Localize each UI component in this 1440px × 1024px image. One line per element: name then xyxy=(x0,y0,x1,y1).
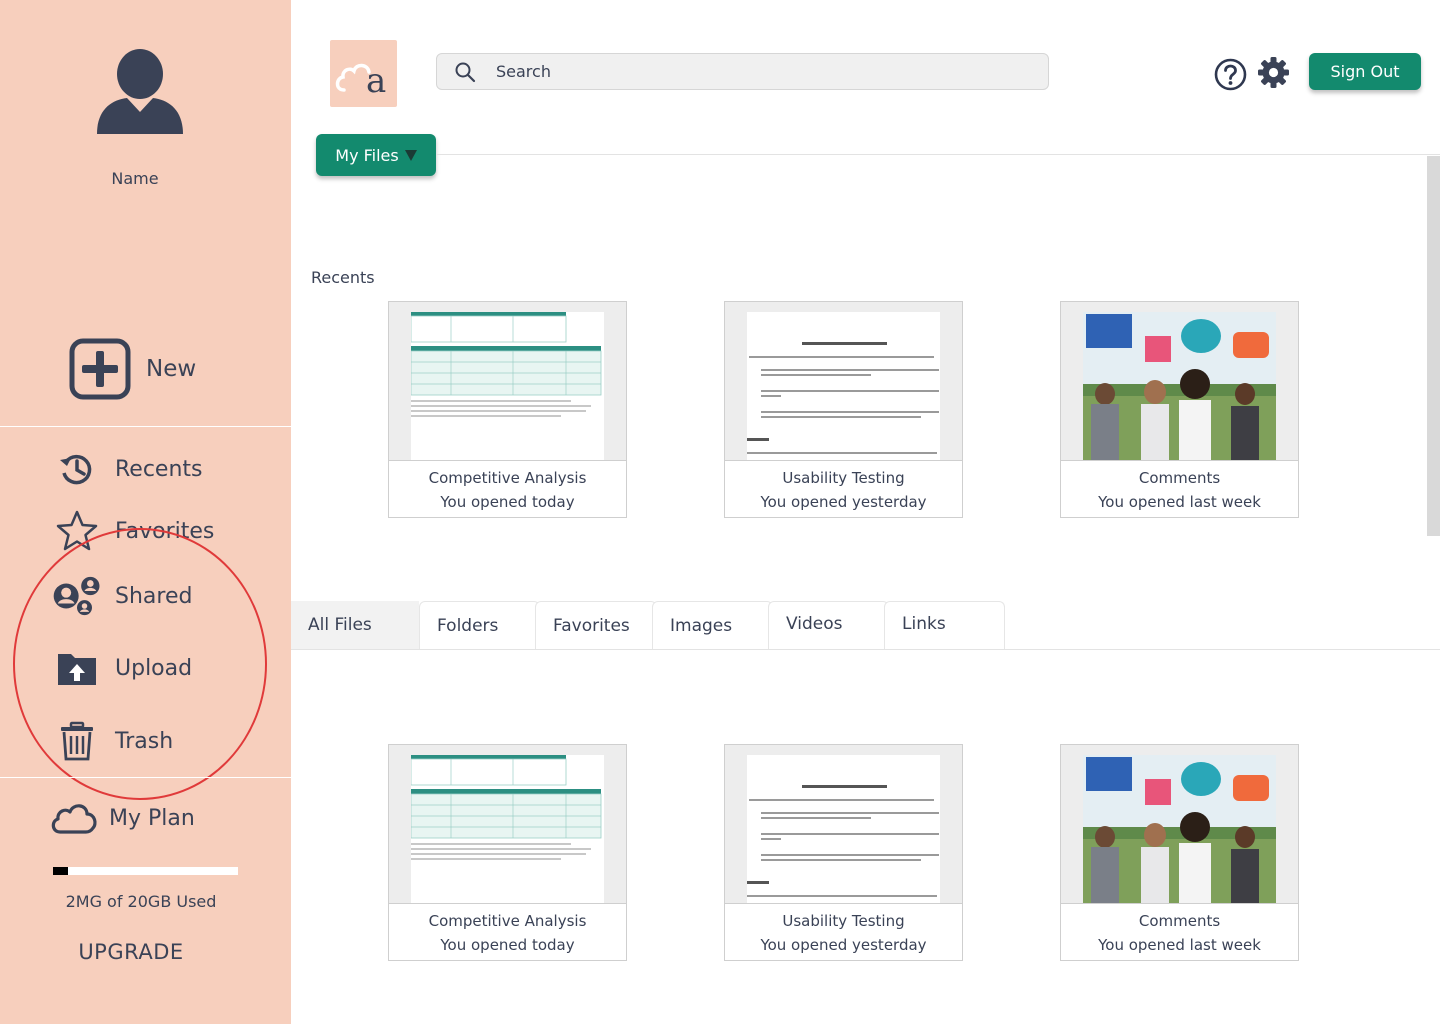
spreadsheet-thumbnail xyxy=(389,745,626,903)
tab-label: Images xyxy=(670,616,733,636)
storage-usage-text: 2MG of 20GB Used xyxy=(65,892,217,911)
sidebar-item-label: Favorites xyxy=(115,518,215,544)
sidebar-item-recents[interactable]: Recents xyxy=(52,449,203,489)
header-divider xyxy=(436,154,1440,155)
photo-thumbnail xyxy=(1061,745,1298,903)
sidebar-item-favorites[interactable]: Favorites xyxy=(52,510,215,551)
file-opened-time: You opened yesterday xyxy=(760,936,927,954)
user-avatar-icon[interactable] xyxy=(95,48,185,138)
tab-label: All Files xyxy=(308,615,372,635)
sidebar-divider xyxy=(0,426,291,427)
app-logo[interactable]: a xyxy=(330,40,397,107)
photo-thumbnail xyxy=(1061,302,1298,460)
shared-users-icon xyxy=(52,576,102,616)
my-files-dropdown[interactable]: My Files xyxy=(316,134,436,176)
file-opened-time: You opened yesterday xyxy=(760,493,927,511)
sidebar-item-label: Trash xyxy=(115,728,174,754)
logo-letter: a xyxy=(366,61,386,101)
file-opened-time: You opened today xyxy=(440,493,575,511)
plus-square-icon xyxy=(69,338,131,400)
search-icon xyxy=(455,62,476,82)
my-plan-label: My Plan xyxy=(109,805,195,831)
upgrade-link[interactable]: UPGRADE xyxy=(0,940,262,964)
file-name: Usability Testing xyxy=(782,469,905,487)
sign-out-button[interactable]: Sign Out xyxy=(1309,53,1421,90)
tab-folders[interactable]: Folders xyxy=(419,601,540,650)
sidebar-item-shared[interactable]: Shared xyxy=(52,576,192,616)
tab-links[interactable]: Links xyxy=(884,601,1005,650)
document-thumbnail xyxy=(725,745,962,903)
tab-label: Videos xyxy=(786,614,843,634)
sidebar-item-label: Upload xyxy=(115,655,193,681)
card-divider xyxy=(725,460,962,461)
my-files-label: My Files xyxy=(335,145,399,165)
search-input[interactable] xyxy=(496,62,996,81)
file-name: Competitive Analysis xyxy=(428,469,587,487)
card-divider xyxy=(1061,460,1298,461)
spreadsheet-thumbnail xyxy=(389,302,626,460)
file-name: Comments xyxy=(1138,469,1221,487)
file-card-comments[interactable]: Comments You opened last week xyxy=(1060,301,1299,518)
new-button[interactable]: New xyxy=(69,338,196,400)
star-icon xyxy=(52,510,102,551)
tab-label: Folders xyxy=(437,616,499,636)
storage-progress-bar xyxy=(53,867,238,875)
sidebar-item-trash[interactable]: Trash xyxy=(52,721,173,761)
card-divider xyxy=(725,903,962,904)
file-card-competitive-analysis[interactable]: Competitive Analysis You opened today xyxy=(388,301,627,518)
history-icon xyxy=(52,449,102,489)
file-card-comments[interactable]: Comments You opened last week xyxy=(1060,744,1299,961)
sidebar-item-upload[interactable]: Upload xyxy=(52,648,192,688)
storage-progress-fill xyxy=(53,867,68,875)
file-opened-time: You opened last week xyxy=(1098,493,1261,511)
file-opened-time: You opened last week xyxy=(1098,936,1261,954)
tab-images[interactable]: Images xyxy=(652,601,773,650)
tab-all-files[interactable]: All Files xyxy=(291,601,419,650)
document-thumbnail xyxy=(725,302,962,460)
file-card-competitive-analysis[interactable]: Competitive Analysis You opened today xyxy=(388,744,627,961)
file-card-usability-testing[interactable]: Usability Testing You opened yesterday xyxy=(724,744,963,961)
tab-label: Favorites xyxy=(553,616,630,636)
sidebar-divider xyxy=(0,777,291,778)
upload-folder-icon xyxy=(52,648,102,688)
file-card-usability-testing[interactable]: Usability Testing You opened yesterday xyxy=(724,301,963,518)
tab-videos[interactable]: Videos xyxy=(768,601,889,650)
tab-label: Links xyxy=(902,614,946,634)
user-name: Name xyxy=(111,169,159,188)
help-icon[interactable] xyxy=(1214,58,1247,91)
sidebar-item-label: Shared xyxy=(115,583,193,609)
gear-icon[interactable] xyxy=(1257,56,1290,89)
caret-down-icon xyxy=(404,149,417,161)
sidebar-item-label: Recents xyxy=(115,456,203,482)
tab-favorites[interactable]: Favorites xyxy=(535,601,657,650)
card-divider xyxy=(389,460,626,461)
file-name: Comments xyxy=(1138,912,1221,930)
tabs-divider xyxy=(291,649,1440,650)
sidebar: Name New Recents Favorites Shared Upload… xyxy=(0,0,291,1024)
card-divider xyxy=(1061,903,1298,904)
new-label: New xyxy=(146,356,197,382)
my-plan-link[interactable]: My Plan xyxy=(49,800,195,836)
file-name: Competitive Analysis xyxy=(428,912,587,930)
trash-icon xyxy=(52,721,102,761)
scrollbar[interactable] xyxy=(1427,156,1440,536)
file-name: Usability Testing xyxy=(782,912,905,930)
cloud-icon xyxy=(51,804,97,834)
search-bar[interactable] xyxy=(436,53,1049,90)
recents-heading: Recents xyxy=(311,268,375,287)
card-divider xyxy=(389,903,626,904)
cloud-logo-icon: a xyxy=(335,61,386,101)
file-opened-time: You opened today xyxy=(440,936,575,954)
